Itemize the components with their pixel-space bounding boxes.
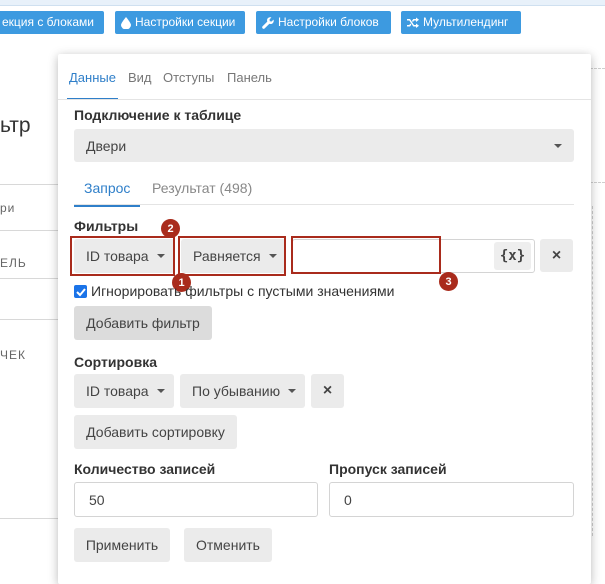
tab-spacing[interactable]: Отступы: [163, 70, 214, 85]
dashed-guide: [590, 182, 605, 183]
section-settings-button[interactable]: Настройки секции: [115, 11, 245, 34]
variable-icon: {x}: [499, 248, 526, 264]
subtab-result[interactable]: Результат (498): [152, 180, 252, 196]
cancel-label: Отменить: [196, 537, 260, 553]
sort-label: Сортировка: [74, 354, 157, 370]
sort-field-value: ID товара: [86, 383, 149, 399]
ignore-empty-checkbox[interactable]: [74, 285, 87, 298]
filters-label: Фильтры: [74, 218, 139, 234]
filter-operator-select[interactable]: Равняется: [181, 239, 286, 273]
background-heading: ьтр: [0, 114, 31, 137]
close-icon: ×: [551, 246, 562, 264]
subtab-query[interactable]: Запрос: [73, 180, 141, 207]
add-filter-button[interactable]: Добавить фильтр: [74, 306, 212, 340]
chevron-down-icon: [156, 254, 165, 258]
block-settings-label: Настройки блоков: [278, 15, 379, 29]
apply-button[interactable]: Применить: [74, 528, 170, 562]
count-input[interactable]: 50: [74, 482, 318, 517]
count-input-value: 50: [89, 491, 105, 508]
skip-label: Пропуск записей: [329, 461, 447, 477]
table-select-value: Двери: [86, 137, 127, 154]
chevron-down-icon: [554, 144, 562, 148]
tab-panel[interactable]: Панель: [227, 70, 272, 85]
dashed-guide: [592, 206, 593, 536]
section-blocks-label: екция с блоками: [2, 15, 94, 29]
apply-label: Применить: [85, 537, 159, 553]
remove-sort-button[interactable]: ×: [311, 374, 344, 408]
filter-operator-value: Равняется: [193, 248, 261, 264]
annotation-badge-2: 2: [161, 219, 180, 238]
divider: [0, 230, 58, 231]
remove-filter-button[interactable]: ×: [540, 239, 573, 272]
sort-direction-value: По убыванию: [192, 383, 281, 399]
chevron-down-icon: [156, 389, 165, 393]
background-row-1: ри: [0, 201, 16, 215]
divider: [0, 184, 58, 185]
divider: [0, 278, 58, 279]
skip-input[interactable]: 0: [329, 482, 574, 517]
drop-icon: [121, 16, 131, 29]
annotation-badge-3: 3: [439, 272, 458, 291]
tab-data[interactable]: Данные: [67, 70, 118, 99]
toolbar: екция с блоками Настройки секции Настрой…: [0, 11, 605, 35]
variable-button[interactable]: {x}: [494, 242, 531, 270]
tab-view[interactable]: Вид: [128, 70, 152, 85]
ignore-empty-label: Игнорировать фильтры с пустыми значениям…: [91, 283, 395, 299]
wrench-icon: [262, 16, 274, 29]
add-filter-label: Добавить фильтр: [86, 315, 200, 331]
close-icon: ×: [322, 382, 333, 399]
add-sort-button[interactable]: Добавить сортировку: [74, 415, 237, 449]
panel-tabs: Данные Вид Отступы Панель: [58, 54, 591, 100]
chevron-down-icon: [268, 254, 277, 258]
multilanding-button[interactable]: Мультилендинг: [401, 11, 521, 34]
dashed-guide: [590, 68, 605, 69]
section-settings-label: Настройки секции: [135, 15, 236, 29]
table-select[interactable]: Двери: [74, 129, 574, 162]
add-sort-label: Добавить сортировку: [86, 424, 225, 440]
block-settings-panel: Данные Вид Отступы Панель Подключение к …: [58, 54, 591, 584]
filter-field-select[interactable]: ID товара: [74, 239, 175, 273]
query-subtabs: Запрос Результат (498): [73, 176, 574, 207]
shuffle-icon: [407, 17, 419, 28]
background-row-3: ЧЕК: [0, 348, 26, 362]
section-blocks-button[interactable]: екция с блоками: [0, 11, 104, 34]
multilanding-label: Мультилендинг: [423, 15, 509, 29]
filter-field-value: ID товара: [86, 248, 149, 264]
divider: [0, 319, 58, 320]
chevron-down-icon: [288, 389, 297, 393]
top-border: [0, 0, 605, 6]
divider: [0, 518, 58, 519]
cancel-button[interactable]: Отменить: [184, 528, 272, 562]
checkmark-icon: [75, 287, 86, 296]
sort-field-select[interactable]: ID товара: [74, 374, 174, 408]
background-row-2: ЕЛЬ: [0, 256, 27, 270]
table-connection-label: Подключение к таблице: [74, 107, 242, 123]
count-label: Количество записей: [74, 461, 216, 477]
skip-input-value: 0: [344, 491, 352, 508]
block-settings-button[interactable]: Настройки блоков: [256, 11, 391, 34]
sort-direction-select[interactable]: По убыванию: [180, 374, 305, 408]
